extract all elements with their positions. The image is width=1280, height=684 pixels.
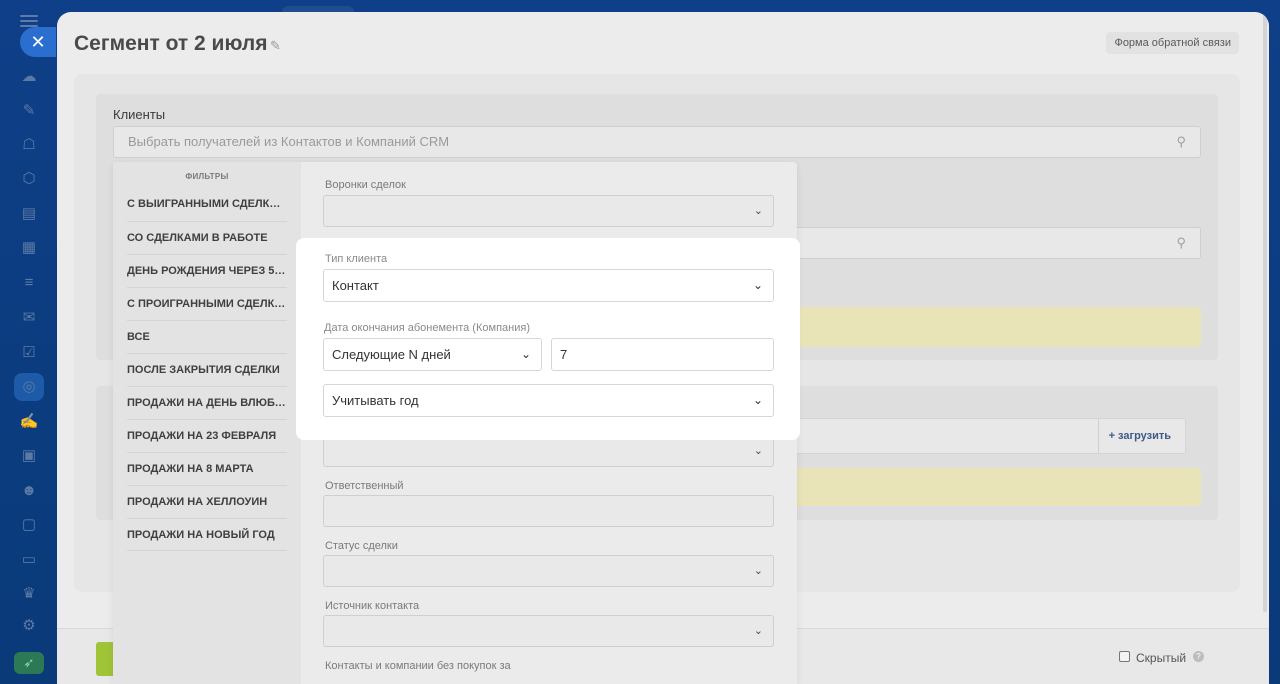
clients-search-placeholder: Выбрать получателей из Контактов и Компа… (128, 134, 450, 149)
contact-source-label: Источник контакта (325, 600, 420, 612)
year-select[interactable]: Учитывать год ⌄ (323, 384, 774, 417)
hidden-label: Скрытый (1136, 651, 1187, 665)
filter-icon[interactable]: ≡ (18, 272, 40, 294)
cloud-icon[interactable]: ☁ (18, 66, 40, 88)
sign-icon[interactable]: ✍ (18, 411, 40, 433)
deal-funnels-label: Воронки сделок (325, 179, 406, 191)
filter-item[interactable]: ПРОДАЖИ НА 23 ФЕВРАЛЯ (127, 419, 287, 452)
hidden-checkbox[interactable] (1119, 651, 1130, 662)
crown-icon[interactable]: ♛ (18, 583, 40, 605)
clients-search-input[interactable]: Выбрать получателей из Контактов и Компа… (113, 126, 1201, 158)
clients-label: Клиенты (113, 107, 166, 122)
feedback-button[interactable]: Форма обратной связи (1106, 32, 1239, 54)
close-icon[interactable]: ✕ (20, 27, 56, 57)
contact-source-select[interactable]: ⌄ (323, 615, 774, 647)
filter-item[interactable]: С ВЫИГРАННЫМИ СДЕЛКАМИ (127, 188, 287, 221)
search-icon[interactable]: ⚲ (1176, 127, 1186, 157)
chevron-down-icon: ⌄ (753, 445, 763, 457)
chevron-down-icon: ⌄ (520, 347, 531, 361)
filter-item[interactable]: ПОСЛЕ ЗАКРЫТИЯ СДЕЛКИ (127, 353, 287, 386)
rocket-icon[interactable]: ➶ (14, 652, 44, 674)
period-select[interactable]: Следующие N дней ⌄ (323, 338, 542, 371)
secondary-search-input[interactable]: ⚲ (776, 227, 1201, 259)
calendar-icon[interactable]: ▦ (18, 237, 40, 259)
checkbox-icon[interactable]: ☑ (18, 342, 40, 364)
upload-box: + загрузить (776, 418, 1186, 454)
help-icon[interactable]: ? (1193, 651, 1204, 662)
chevron-down-icon: ⌄ (752, 278, 763, 292)
upload-banner (776, 468, 1201, 506)
filter-item[interactable]: ПРОДАЖИ НА НОВЫЙ ГОД (127, 518, 287, 551)
marketing-icon[interactable]: ◎ (14, 373, 44, 401)
chat-icon[interactable]: ☖ (18, 134, 40, 156)
info-banner (776, 307, 1201, 347)
contacts-icon[interactable]: ☻ (18, 480, 40, 502)
period-value: Следующие N дней (332, 347, 451, 362)
year-value: Учитывать год (332, 393, 419, 408)
settings-icon[interactable]: ⚙ (18, 615, 40, 637)
filter-item[interactable]: ПРОДАЖИ НА 8 МАРТА (127, 452, 287, 485)
days-value: 7 (560, 347, 568, 362)
scrollbar[interactable] (1263, 12, 1267, 612)
left-sidebar: ✕ ☁ ✎ ☖ ⬡ ▤ ▦ ≡ ✉ ☑ ◎ ✍ ▣ ☻ ▢ ▭ ♛ ⚙ ➶ (0, 0, 57, 684)
page-title: Сегмент от 2 июля (74, 32, 268, 55)
client-type-value: Контакт (332, 278, 379, 293)
chevron-down-icon: ⌄ (753, 205, 763, 217)
deal-status-label: Статус сделки (325, 540, 398, 552)
chevron-down-icon: ⌄ (753, 625, 763, 637)
client-type-select[interactable]: Контакт ⌄ (323, 269, 774, 302)
search-icon[interactable]: ⚲ (1176, 228, 1186, 258)
filter-list: ФИЛЬТРЫ С ВЫИГРАННЫМИ СДЕЛКАМИ СО СДЕЛКА… (113, 162, 301, 684)
mail-icon[interactable]: ✉ (18, 307, 40, 329)
client-filter-modal: Тип клиента Контакт ⌄ Дата окончания або… (296, 238, 800, 440)
payment-icon[interactable]: ▭ (18, 549, 40, 571)
filter-item[interactable]: ДЕНЬ РОЖДЕНИЯ ЧЕРЕЗ 5 ДНЕЙ (127, 254, 287, 287)
pencil-icon[interactable]: ✎ (270, 38, 281, 54)
document-icon[interactable]: ▤ (18, 203, 40, 225)
upload-button[interactable]: + загрузить (1097, 419, 1171, 453)
deal-status-select[interactable]: ⌄ (323, 555, 774, 587)
deal-funnels-select[interactable]: ⌄ (323, 195, 774, 227)
filters-title: ФИЛЬТРЫ (185, 172, 229, 181)
box-icon[interactable]: ⬡ (18, 168, 40, 190)
invoice-icon[interactable]: ▢ (18, 514, 40, 536)
chevron-down-icon: ⌄ (753, 565, 763, 577)
filter-item[interactable]: ПРОДАЖИ НА ДЕНЬ ВЛЮБЛЕННЫХ (127, 386, 287, 419)
filter-item[interactable]: ПРОДАЖИ НА ХЕЛЛОУИН (127, 485, 287, 518)
client-type-label: Тип клиента (325, 253, 388, 265)
subscription-end-label: Дата окончания абонемента (Компания) (324, 322, 530, 334)
filter-item[interactable]: СО СДЕЛКАМИ В РАБОТЕ (127, 221, 287, 254)
card-icon[interactable]: ▣ (18, 445, 40, 467)
responsible-field[interactable] (323, 495, 774, 527)
responsible-label: Ответственный (325, 480, 404, 492)
filter-item[interactable]: ВСЕ (127, 320, 287, 353)
chevron-down-icon: ⌄ (752, 393, 763, 407)
days-input[interactable]: 7 (551, 338, 774, 371)
no-purchases-label: Контакты и компании без покупок за (325, 660, 511, 672)
filter-item[interactable]: С ПРОИГРАННЫМИ СДЕЛКАМИ (127, 287, 287, 320)
tasks-icon[interactable]: ✎ (18, 100, 40, 122)
